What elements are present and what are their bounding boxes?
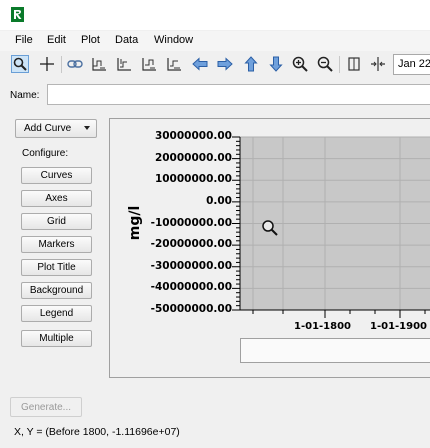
x-tick-label: 1-01-1900 (370, 321, 428, 332)
x-tick-label: 1-01-1800 (294, 321, 352, 332)
legend-area (240, 338, 430, 363)
status-coordinates: X, Y = (Before 1800, -1.11696e+07) (14, 426, 180, 438)
plot-area[interactable] (0, 0, 430, 448)
generate-button: Generate... (10, 397, 82, 417)
